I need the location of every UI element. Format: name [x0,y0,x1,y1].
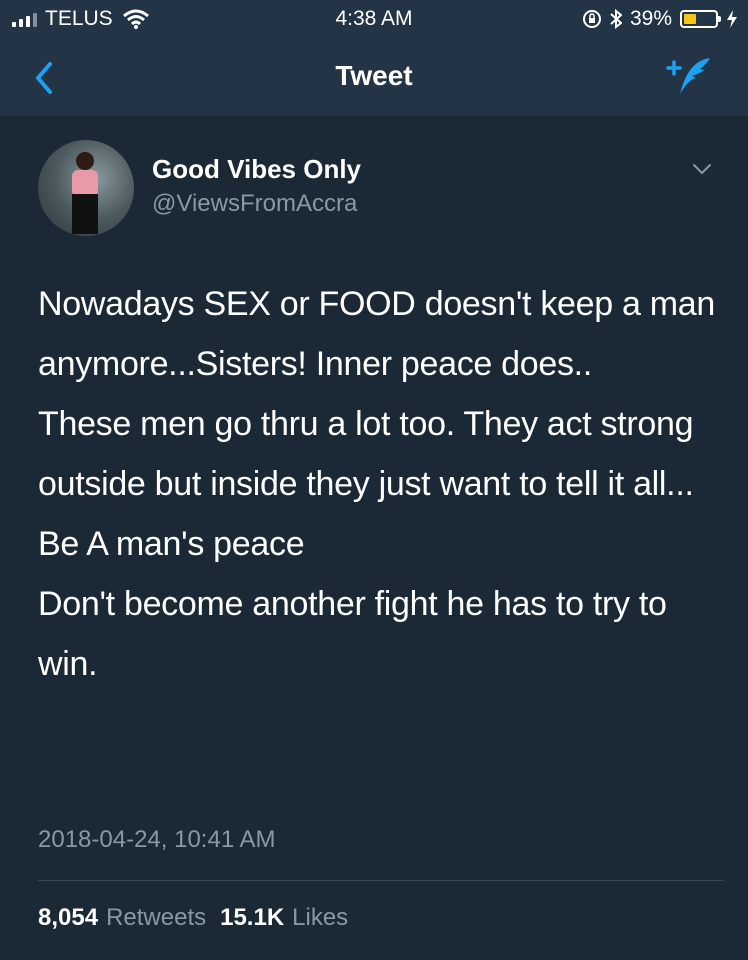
compose-tweet-icon[interactable] [664,54,714,100]
avatar[interactable] [38,140,134,236]
likes-label[interactable]: Likes [292,904,348,932]
navigation-bar: Tweet [0,38,748,116]
likes-count[interactable]: 15.1K [220,904,284,932]
retweets-count[interactable]: 8,054 [38,904,98,932]
battery-icon [680,10,721,28]
page-title: Tweet [335,60,413,91]
status-bar: TELUS 4:38 AM 39% [0,0,748,38]
battery-percent: 39% [629,7,672,30]
chevron-down-icon[interactable] [692,162,712,176]
tweet-text: Nowadays SEX or FOOD doesn't keep a man … [38,285,715,683]
tweet-timestamp: 2018-04-24, 10:41 AM [38,826,276,853]
retweets-label[interactable]: Retweets [106,904,206,932]
charging-icon [727,10,737,28]
divider [38,880,724,881]
orientation-lock-icon [582,10,601,28]
bluetooth-icon [610,9,622,29]
tweet-stats: 8,054 Retweets 15.1K Likes [38,904,354,932]
user-handle[interactable]: @ViewsFromAccra [152,190,357,218]
display-name[interactable]: Good Vibes Only [152,154,361,185]
